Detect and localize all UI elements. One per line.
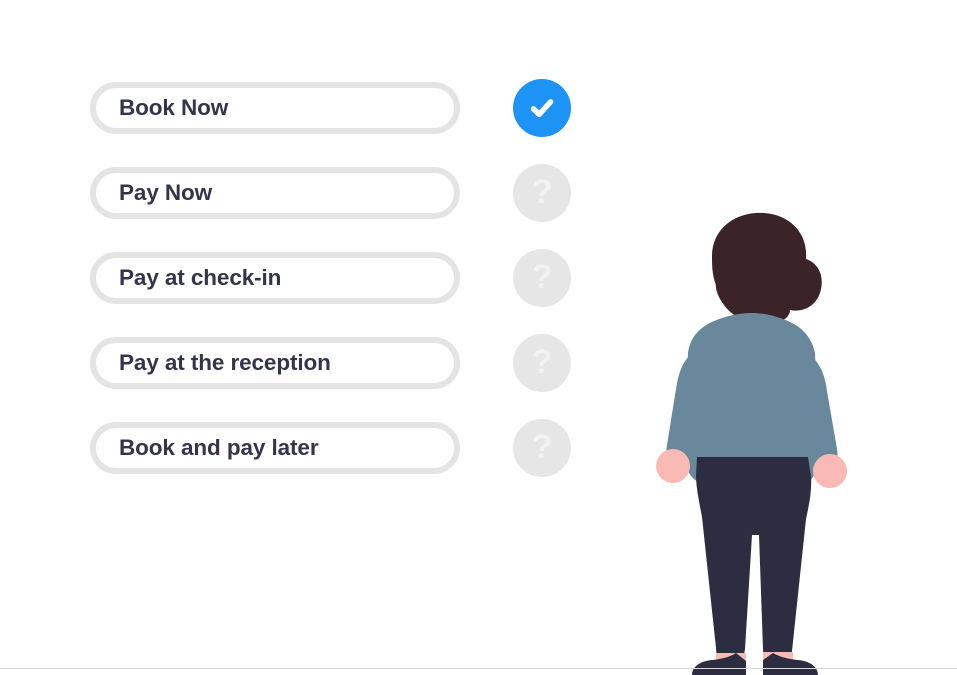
- option-row: Book and pay later ?: [90, 419, 572, 477]
- page-canvas: Book Now Pay Now ? Pay at check-in ? Pay…: [0, 0, 957, 675]
- status-badge-pay-at-check-in[interactable]: ?: [513, 249, 571, 307]
- status-badge-book-now[interactable]: [513, 79, 571, 137]
- option-button-pay-at-check-in[interactable]: Pay at check-in: [90, 252, 460, 304]
- option-button-pay-at-the-reception[interactable]: Pay at the reception: [90, 337, 460, 389]
- option-label: Pay at the reception: [119, 349, 331, 375]
- option-row: Pay Now ?: [90, 164, 572, 222]
- question-mark-icon: ?: [531, 428, 553, 466]
- check-icon: [526, 92, 558, 124]
- status-badge-pay-at-the-reception[interactable]: ?: [513, 334, 571, 392]
- question-mark-icon: ?: [531, 258, 553, 296]
- payment-option-list: Book Now Pay Now ? Pay at check-in ? Pay…: [90, 79, 572, 477]
- option-label: Book and pay later: [119, 434, 319, 460]
- option-label: Book Now: [119, 94, 229, 120]
- status-badge-book-and-pay-later[interactable]: ?: [513, 419, 571, 477]
- option-row: Pay at the reception ?: [90, 334, 572, 392]
- status-badge-pay-now[interactable]: ?: [513, 164, 571, 222]
- question-mark-icon: ?: [531, 173, 553, 211]
- option-row: Pay at check-in ?: [90, 249, 572, 307]
- option-button-book-now[interactable]: Book Now: [90, 82, 460, 134]
- person-illustration: [640, 205, 900, 675]
- option-button-book-and-pay-later[interactable]: Book and pay later: [90, 422, 460, 474]
- option-label: Pay Now: [119, 179, 213, 205]
- option-button-pay-now[interactable]: Pay Now: [90, 167, 460, 219]
- question-mark-icon: ?: [531, 343, 553, 381]
- option-row: Book Now: [90, 79, 572, 137]
- option-label: Pay at check-in: [119, 264, 282, 290]
- bottom-divider: [0, 668, 957, 669]
